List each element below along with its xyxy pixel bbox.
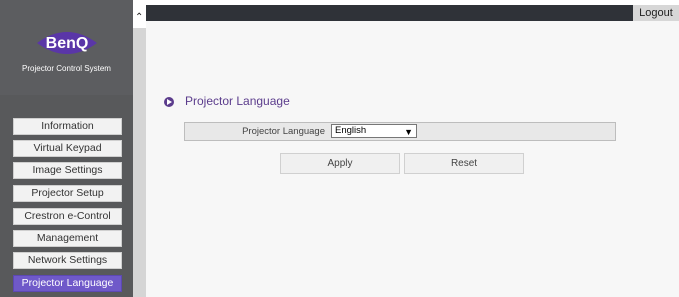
section-title: Projector Language <box>185 94 290 108</box>
sidebar-item-image-settings[interactable]: Image Settings <box>13 162 122 179</box>
sidebar-item-crestron-e-control[interactable]: Crestron e-Control <box>13 208 122 225</box>
sidebar-item-information[interactable]: Information <box>13 118 122 135</box>
top-bar <box>146 5 633 21</box>
sidebar-item-network-settings[interactable]: Network Settings <box>13 252 122 269</box>
benq-logo: BenQ <box>37 32 97 54</box>
selected-language: English <box>335 125 367 136</box>
logout-button[interactable]: Logout <box>633 5 679 21</box>
sidebar-item-virtual-keypad[interactable]: Virtual Keypad <box>13 140 122 157</box>
field-label: Projector Language <box>242 126 325 137</box>
svg-text:BenQ: BenQ <box>46 35 89 52</box>
apply-button[interactable]: Apply <box>280 153 400 174</box>
sidebar-item-management[interactable]: Management <box>13 230 122 247</box>
language-select[interactable]: English ▼ <box>331 124 417 138</box>
scroll-up-button[interactable]: ⌃ <box>133 0 146 28</box>
reset-button[interactable]: Reset <box>404 153 524 174</box>
sidebar-item-projector-setup[interactable]: Projector Setup <box>13 185 122 202</box>
chevron-up-icon: ⌃ <box>135 12 144 23</box>
scrollbar[interactable] <box>133 0 146 297</box>
sidebar: BenQ Projector Control System Informatio… <box>0 0 133 297</box>
chevron-down-icon: ▼ <box>404 127 413 137</box>
system-title: Projector Control System <box>22 64 111 73</box>
sidebar-item-projector-language[interactable]: Projector Language <box>13 275 122 292</box>
play-circle-icon <box>164 97 174 107</box>
